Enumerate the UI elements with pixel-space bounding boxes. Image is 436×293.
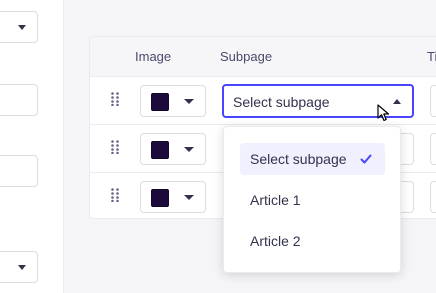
option-label: Article 2: [250, 233, 301, 249]
chevron-down-icon: [184, 99, 194, 104]
check-icon: [360, 154, 372, 164]
left-select-1[interactable]: [0, 11, 38, 43]
subpage-select-placeholder: Select subpage: [233, 94, 330, 110]
drag-handle-icon[interactable]: [111, 188, 119, 202]
color-picker[interactable]: [140, 133, 206, 165]
left-panel: [0, 0, 64, 293]
color-swatch: [151, 141, 169, 159]
header-subpage: Subpage: [220, 49, 273, 64]
chevron-down-icon: [18, 25, 26, 30]
mouse-cursor-icon: [377, 104, 390, 122]
option-label: Select subpage: [250, 151, 347, 167]
next-column-field[interactable]: [430, 85, 436, 117]
left-input-2[interactable]: [0, 155, 38, 187]
table-header: Image Subpage Ti: [90, 37, 436, 77]
color-picker[interactable]: [140, 181, 206, 213]
chevron-down-icon: [18, 265, 26, 270]
option-label: Article 1: [250, 192, 301, 208]
chevron-down-icon: [184, 195, 194, 200]
chevron-down-icon: [184, 147, 194, 152]
option-select-subpage[interactable]: Select subpage: [240, 143, 385, 175]
chevron-up-icon: [393, 99, 401, 104]
color-swatch: [151, 93, 169, 111]
subpage-dropdown: Select subpage Article 1 Article 2: [223, 126, 401, 273]
color-swatch: [151, 189, 169, 207]
left-select-2[interactable]: [0, 251, 38, 283]
drag-handle-icon[interactable]: [111, 92, 119, 106]
header-image: Image: [135, 49, 172, 64]
next-column-field[interactable]: [430, 133, 436, 165]
option-article-2[interactable]: Article 2: [240, 225, 385, 257]
next-column-field[interactable]: [430, 181, 436, 213]
color-picker[interactable]: [140, 85, 206, 117]
drag-handle-icon[interactable]: [111, 140, 119, 154]
left-input-1[interactable]: [0, 84, 38, 116]
option-article-1[interactable]: Article 1: [240, 184, 385, 216]
header-next-column: Ti: [427, 49, 436, 64]
